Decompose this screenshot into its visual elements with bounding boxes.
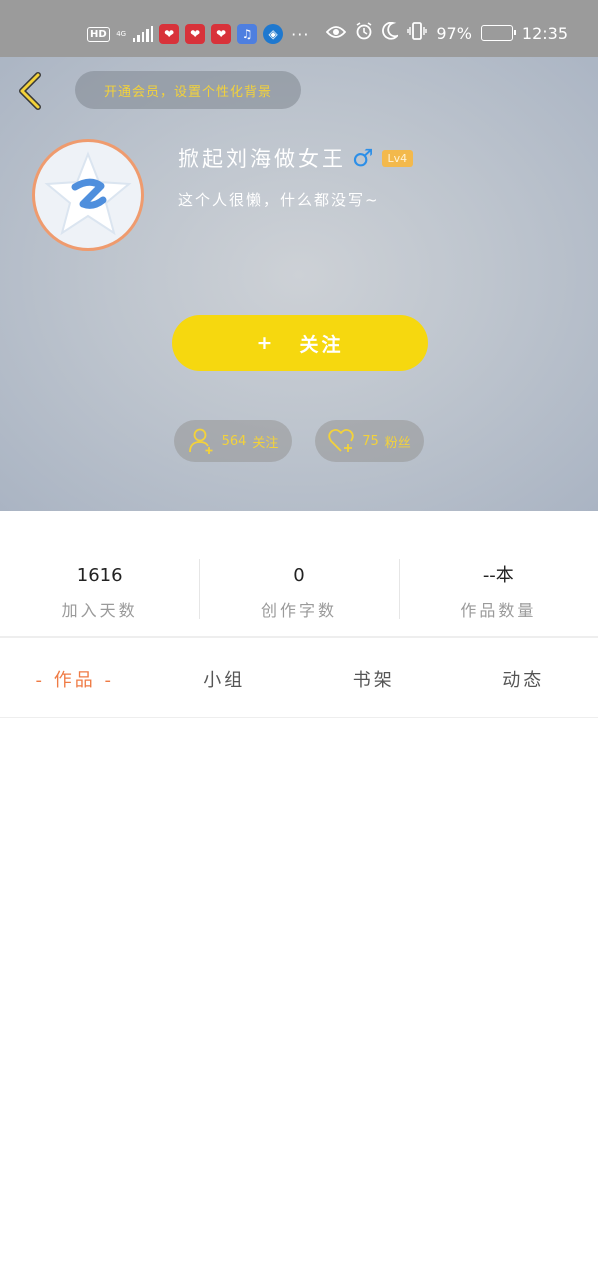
bio-text: 这个人很懒，什么都没写~: [178, 191, 380, 209]
moon-icon: [382, 21, 401, 44]
fans-label: 粉丝: [384, 435, 411, 451]
browser-app-icon: ◈: [263, 24, 284, 44]
tab-bar: - 作品 - 小组 书架 动态: [0, 640, 598, 718]
clock: 12:35: [521, 23, 568, 43]
user-add-icon: [188, 428, 213, 454]
stat-value: --本: [482, 565, 514, 586]
app-notification-icon: ❤: [211, 24, 232, 44]
status-bar-left: HD 4G ❤ ❤ ❤ ♫ ◈ ···: [87, 24, 309, 44]
status-bar-right: 97% 12:35: [326, 21, 568, 44]
following-button[interactable]: 564 关注: [174, 420, 292, 462]
alarm-icon: [355, 22, 373, 44]
tab-bookshelf[interactable]: 书架: [299, 640, 449, 718]
status-bar: HD 4G ❤ ❤ ❤ ♫ ◈ ··· 97% 12:35: [0, 0, 598, 57]
default-avatar-star-icon: [44, 151, 132, 236]
level-badge: Lv4: [381, 149, 414, 167]
stat-label: 加入天数: [61, 601, 138, 620]
network-type: 4G: [116, 29, 127, 38]
follow-button-label: 关注: [299, 333, 344, 356]
stat-label: 创作字数: [260, 601, 337, 620]
stat-join-days: 1616 加入天数: [0, 557, 199, 621]
username: 掀起刘海做女王 ♂ Lv4: [178, 143, 414, 173]
vibrate-icon: [407, 22, 428, 44]
battery-percent: 97%: [436, 23, 472, 43]
stat-value: 1616: [76, 565, 123, 586]
tab-groups[interactable]: 小组: [150, 640, 300, 718]
username-text: 掀起刘海做女王: [178, 147, 346, 171]
eye-icon: [326, 24, 347, 43]
profile-header: 开通会员，设置个性化背景 掀起刘海做女王 ♂ Lv4 这个人很懒，什么都没写~ …: [0, 57, 598, 511]
tab-works[interactable]: - 作品 -: [0, 640, 150, 718]
stat-label: 作品数量: [460, 601, 537, 620]
battery-icon: [480, 25, 516, 41]
avatar[interactable]: [32, 139, 144, 251]
signal-icon: [132, 26, 154, 42]
stat-works-count: --本 作品数量: [398, 557, 598, 621]
heart-plus-icon: [328, 428, 354, 452]
more-notifications-icon: ···: [291, 24, 310, 44]
stat-word-count: 0 创作字数: [199, 557, 398, 621]
app-notification-icon: ❤: [159, 24, 180, 44]
following-label: 关注: [252, 435, 279, 451]
chevron-left-icon: [19, 72, 41, 110]
app-notification-icon: ❤: [185, 24, 206, 44]
back-button[interactable]: [12, 71, 48, 111]
set-background-button[interactable]: 开通会员，设置个性化背景: [75, 71, 301, 109]
following-count: 564: [221, 433, 247, 449]
follow-button[interactable]: + 关注: [172, 315, 428, 371]
fans-button[interactable]: 75 粉丝: [315, 420, 424, 462]
music-app-icon: ♫: [237, 24, 258, 44]
stats-row: 1616 加入天数 0 创作字数 --本 作品数量: [0, 557, 598, 621]
divider: [0, 717, 598, 718]
fans-count: 75: [362, 433, 379, 449]
divider: [0, 636, 598, 638]
hd-badge: HD: [87, 26, 110, 42]
plus-icon: +: [256, 332, 276, 354]
male-gender-icon: ♂: [352, 144, 374, 172]
stat-value: 0: [293, 565, 305, 586]
tab-activity[interactable]: 动态: [449, 640, 598, 718]
